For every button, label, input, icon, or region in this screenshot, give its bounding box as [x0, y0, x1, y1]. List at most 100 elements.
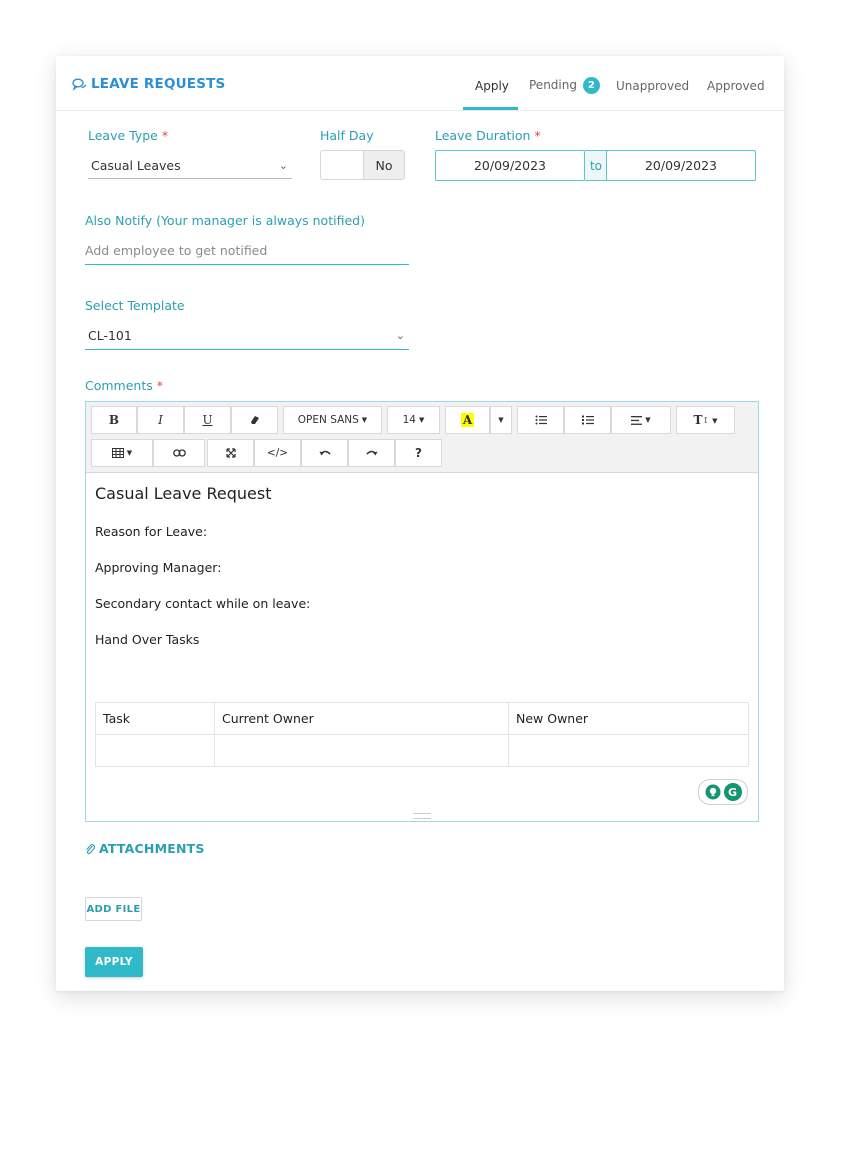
required-mark: *: [534, 128, 541, 143]
reason-line: Reason for Leave:: [95, 524, 208, 539]
numbered-list-icon: [581, 415, 594, 425]
text-style-icon: T: [693, 413, 703, 427]
bullet-list-button[interactable]: [517, 406, 564, 434]
redo-icon: [365, 450, 377, 456]
leave-type-select[interactable]: Casual Leaves ⌄: [88, 152, 292, 179]
also-notify-label: Also Notify (Your manager is always noti…: [85, 213, 365, 228]
start-date-input[interactable]: 20/09/2023: [435, 150, 585, 181]
tab-pending[interactable]: Pending 2: [529, 77, 600, 94]
align-left-icon: [631, 415, 643, 425]
chevron-down-icon: ⌄: [395, 328, 405, 342]
header-title: LEAVE REQUESTS: [72, 76, 225, 92]
attachments-title: ATTACHMENTS: [99, 841, 205, 856]
editor-toolbar: B I U OPEN SANS ▼ 14 ▼ A ▼ ▼ T ↕ ▼ ▼ </>…: [86, 402, 758, 473]
leave-duration-label-text: Leave Duration: [435, 128, 531, 143]
table-header-cell: New Owner: [508, 702, 749, 735]
half-day-value: No: [363, 151, 404, 179]
font-family-value: OPEN SANS: [297, 414, 359, 426]
table-header-cell: Task: [95, 702, 215, 735]
font-family-dropdown[interactable]: OPEN SANS ▼: [283, 406, 382, 434]
table-cell[interactable]: [214, 734, 509, 767]
caret-down-icon: ▼: [645, 416, 651, 424]
comments-label-text: Comments: [85, 378, 153, 393]
highlight-color-dropdown[interactable]: ▼: [490, 406, 512, 434]
fullscreen-button[interactable]: [207, 439, 254, 467]
font-size-dropdown[interactable]: 14 ▼: [387, 406, 440, 434]
document-heading: Casual Leave Request: [95, 484, 272, 503]
table-dropdown[interactable]: ▼: [91, 439, 153, 467]
chat-bubbles-icon: [72, 78, 87, 91]
chevron-down-icon: ⌄: [278, 158, 288, 172]
tab-unapproved[interactable]: Unapproved: [616, 79, 689, 93]
table-header-cell: Current Owner: [214, 702, 509, 735]
italic-button[interactable]: I: [137, 406, 184, 434]
date-separator: to: [585, 150, 607, 181]
table-cell[interactable]: [508, 734, 749, 767]
text-size-arrows-icon: ↕: [702, 415, 710, 425]
expand-icon: [225, 448, 236, 458]
editor-resize-handle[interactable]: [413, 813, 431, 819]
hand-over-tasks-line: Hand Over Tasks: [95, 632, 200, 647]
text-style-dropdown[interactable]: T ↕ ▼: [676, 406, 735, 434]
page-title: LEAVE REQUESTS: [91, 76, 226, 92]
table-row: [95, 734, 749, 767]
end-date-input[interactable]: 20/09/2023: [606, 150, 756, 181]
secondary-contact-line: Secondary contact while on leave:: [95, 596, 311, 611]
align-dropdown[interactable]: ▼: [611, 406, 671, 434]
font-size-value: 14: [402, 414, 416, 426]
caret-down-icon: ▼: [126, 449, 133, 457]
apply-button[interactable]: APPLY: [85, 947, 143, 977]
undo-button[interactable]: [301, 439, 348, 467]
handover-table: Task Current Owner New Owner: [95, 702, 749, 767]
add-file-button[interactable]: ADD FILE: [85, 897, 142, 921]
highlight-color-button[interactable]: A: [445, 406, 490, 434]
required-mark: *: [156, 378, 163, 393]
comments-label: Comments *: [85, 378, 163, 393]
redo-button[interactable]: [348, 439, 395, 467]
grammarly-widget[interactable]: G: [698, 779, 748, 805]
leave-type-label-text: Leave Type: [88, 128, 158, 143]
help-icon: ?: [415, 446, 422, 460]
table-icon: [111, 448, 124, 458]
caret-down-icon: ▼: [361, 416, 368, 424]
header-divider: [56, 110, 784, 111]
pending-count-badge: 2: [582, 77, 600, 94]
tab-approved[interactable]: Approved: [707, 79, 765, 93]
link-icon: [172, 449, 186, 457]
template-select[interactable]: CL-101 ⌄: [85, 321, 409, 350]
half-day-toggle[interactable]: No: [320, 150, 405, 180]
leave-type-label: Leave Type *: [88, 128, 168, 143]
caret-down-icon: ▼: [418, 416, 425, 424]
caret-down-icon: ▼: [712, 415, 718, 425]
underline-button[interactable]: U: [184, 406, 231, 434]
leave-type-value: Casual Leaves: [91, 157, 181, 173]
help-button[interactable]: ?: [395, 439, 442, 467]
lightbulb-icon: [705, 784, 720, 800]
notify-employee-input[interactable]: Add employee to get notified: [85, 236, 409, 265]
tab-pending-label: Pending: [529, 78, 577, 92]
bold-button[interactable]: B: [91, 406, 137, 434]
eraser-icon: [251, 416, 259, 424]
attachments-heading: ATTACHMENTS: [85, 841, 205, 856]
table-header-row: Task Current Owner New Owner: [95, 702, 749, 735]
code-view-button[interactable]: </>: [254, 439, 301, 467]
tab-apply[interactable]: Apply: [475, 79, 509, 93]
comments-rich-text-editor: B I U OPEN SANS ▼ 14 ▼ A ▼ ▼ T ↕ ▼ ▼ </>…: [85, 401, 759, 822]
leave-requests-card: LEAVE REQUESTS Apply Pending 2 Unapprove…: [56, 56, 784, 991]
numbered-list-button[interactable]: [564, 406, 611, 434]
highlight-icon: A: [460, 413, 475, 427]
half-day-label: Half Day: [320, 128, 374, 143]
approving-manager-line: Approving Manager:: [95, 560, 222, 575]
undo-icon: [319, 450, 331, 456]
template-value: CL-101: [88, 327, 132, 343]
select-template-label: Select Template: [85, 298, 185, 313]
grammarly-icon: G: [723, 783, 742, 801]
caret-down-icon: ▼: [498, 416, 504, 424]
clear-format-button[interactable]: [231, 406, 278, 434]
leave-duration-label: Leave Duration *: [435, 128, 541, 143]
insert-link-button[interactable]: [153, 439, 205, 467]
paperclip-icon: [86, 843, 95, 854]
table-cell[interactable]: [95, 734, 215, 767]
code-icon: </>: [266, 447, 289, 459]
bullet-list-icon: [535, 415, 547, 425]
